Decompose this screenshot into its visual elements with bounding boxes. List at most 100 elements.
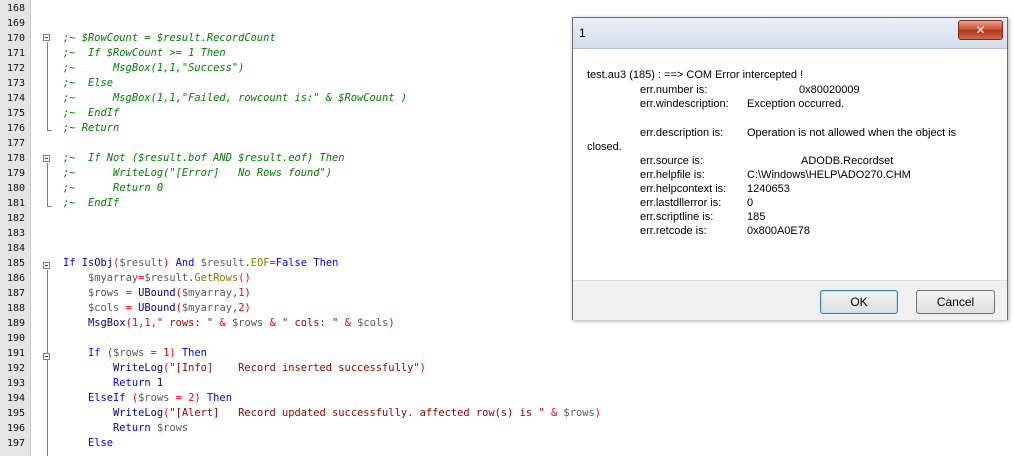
line-number: 197 — [6, 438, 25, 449]
code-token: ;~ EndIf — [63, 197, 120, 209]
code-text: ;~ If $RowCount >= 1 Then — [63, 46, 226, 61]
code-token: " rows: " — [156, 317, 214, 329]
line-number: 188 — [6, 303, 25, 314]
code-token: (1,1, — [125, 317, 157, 329]
code-token: EOF — [250, 257, 270, 269]
code-token: $myarray — [181, 287, 232, 299]
line-number: 175 — [6, 108, 25, 119]
code-token: ) — [419, 362, 426, 374]
code-text: If IsObj($result) And $result.EOF=False … — [63, 256, 338, 271]
code-line[interactable]: 195 WriteLog("[Alert] Record updated suc… — [0, 406, 1014, 421]
code-token: $result — [119, 257, 164, 269]
error-label: err.helpfile is: — [640, 169, 705, 181]
code-text: ;~ If Not ($result.bof AND $result.eof) … — [63, 151, 345, 166]
error-label: err.description is: — [640, 127, 724, 139]
fold-toggle-icon[interactable] — [43, 34, 50, 41]
line-number: 187 — [6, 288, 25, 299]
line-number: 190 — [6, 333, 25, 344]
com-error-dialog: 1 ✕ test.au3 (185) : ==> COM Error inter… — [572, 17, 1008, 320]
code-token: & — [338, 317, 358, 329]
line-number: 181 — [6, 198, 25, 209]
code-token: & — [544, 407, 564, 419]
code-token: $rows — [138, 392, 170, 404]
line-number: 173 — [6, 78, 25, 89]
code-line[interactable]: 193 Return 1 — [0, 376, 1014, 391]
code-token: ElseIf — [88, 392, 132, 404]
code-token: ) — [388, 317, 395, 329]
line-number: 193 — [6, 378, 25, 389]
code-token: And — [175, 257, 201, 269]
fold-end-marker — [47, 130, 52, 131]
error-value-wrap: closed. — [587, 141, 622, 153]
code-line[interactable]: 194 ElseIf ($rows = 2) Then — [0, 391, 1014, 406]
code-token: 1 — [156, 377, 164, 389]
code-token: ) — [163, 257, 176, 269]
code-line[interactable]: 190 — [0, 331, 1014, 346]
code-token: ,1) — [231, 287, 251, 299]
error-value: 185 — [747, 211, 766, 223]
fold-guide — [47, 42, 48, 131]
fold-toggle-icon[interactable] — [43, 262, 50, 269]
line-number: 184 — [6, 243, 25, 254]
fold-toggle-icon[interactable] — [43, 155, 50, 162]
code-token: ,2) — [231, 302, 251, 314]
line-number: 180 — [6, 183, 25, 194]
line-number: 183 — [6, 228, 25, 239]
error-value: 0x800A0E78 — [747, 225, 810, 237]
code-line[interactable]: 197 Else — [0, 436, 1014, 451]
code-text: WriteLog("[Alert] Record updated success… — [63, 406, 601, 421]
code-text: ;~ MsgBox(1,1,"Success") — [63, 61, 244, 76]
code-token: GetRows — [194, 272, 239, 284]
dialog-title: 1 — [579, 26, 586, 40]
code-token: ;~ WriteLog("[Error] No Rows found") — [63, 167, 332, 179]
error-label: err.retcode is: — [640, 225, 707, 237]
code-text: ;~ Else — [63, 76, 113, 91]
code-line[interactable]: 192 WriteLog("[Info] Record inserted suc… — [0, 361, 1014, 376]
code-text: ;~ EndIf — [63, 196, 119, 211]
code-line[interactable]: 196 Return $rows — [0, 421, 1014, 436]
code-text: $myarray=$result.GetRows() — [63, 271, 251, 286]
code-token: $myarray — [181, 302, 232, 314]
code-token: Else — [88, 437, 114, 449]
line-number: 189 — [6, 318, 25, 329]
code-token: False — [275, 257, 314, 269]
close-icon[interactable]: ✕ — [958, 20, 1003, 40]
code-token: & — [263, 317, 283, 329]
error-value: ADODB.Recordset — [801, 155, 894, 167]
code-token: " cols: " — [282, 317, 339, 329]
code-text: WriteLog("[Info] Record inserted success… — [63, 361, 426, 376]
code-token: $rows — [563, 407, 595, 419]
code-token: IsObj — [81, 257, 114, 269]
code-line[interactable]: 168 — [0, 1, 1014, 16]
line-number: 174 — [6, 93, 25, 104]
line-number: 172 — [6, 63, 25, 74]
cancel-button[interactable]: Cancel — [916, 290, 995, 314]
code-token: Then — [181, 347, 207, 359]
dialog-titlebar[interactable]: 1 ✕ — [573, 18, 1007, 49]
line-number: 194 — [6, 393, 25, 404]
code-token: ;~ Return — [63, 122, 120, 134]
code-text: Return $rows — [63, 421, 188, 436]
code-token: $rows — [156, 422, 189, 434]
error-label: err.source is: — [640, 155, 703, 167]
error-label: err.scriptline is: — [640, 211, 714, 223]
fold-toggle-icon[interactable] — [43, 353, 50, 360]
code-token: Then — [313, 257, 339, 269]
code-token: $result — [144, 272, 189, 284]
code-text: If ($rows = 1) Then — [63, 346, 207, 361]
code-token: ;~ Else — [63, 77, 114, 89]
error-value: Operation is not allowed when the object… — [747, 127, 957, 139]
code-token: UBound — [138, 287, 176, 299]
code-token: = — [119, 287, 139, 299]
line-number: 196 — [6, 423, 25, 434]
code-text: ;~ Return 0 — [63, 181, 163, 196]
code-token: $cols — [88, 302, 120, 314]
code-line[interactable]: 191 If ($rows = 1) Then — [0, 346, 1014, 361]
error-label: err.helpcontext is: — [640, 183, 727, 195]
code-token: Return — [113, 377, 157, 389]
code-token: If — [88, 347, 107, 359]
code-text: ;~ $RowCount = $result.RecordCount — [63, 31, 276, 46]
code-token: "[Alert] Record updated successfully. af… — [169, 407, 545, 419]
ok-button[interactable]: OK — [820, 290, 898, 314]
